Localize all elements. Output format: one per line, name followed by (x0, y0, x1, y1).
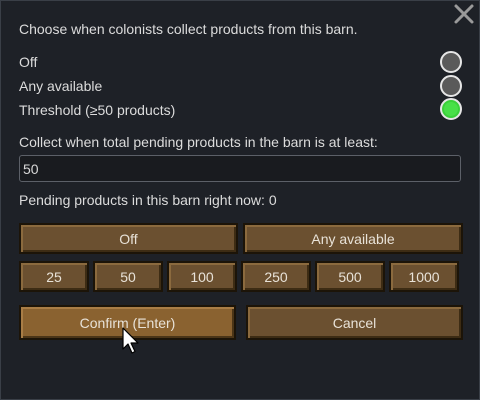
option-threshold-label[interactable]: Threshold (≥50 products) (19, 102, 175, 118)
preset-500-button[interactable]: 500 (315, 261, 385, 292)
collect-products-dialog: Choose when colonists collect products f… (0, 0, 480, 400)
option-any-available-label[interactable]: Any available (19, 78, 102, 94)
dialog-title: Choose when colonists collect products f… (19, 21, 358, 37)
cancel-button[interactable]: Cancel (246, 305, 463, 340)
preset-250-button[interactable]: 250 (241, 261, 311, 292)
mouse-cursor-icon (122, 327, 139, 354)
preset-25-button[interactable]: 25 (19, 261, 89, 292)
close-icon[interactable] (453, 3, 475, 25)
option-off-radio[interactable] (440, 51, 462, 73)
preset-100-button[interactable]: 100 (167, 261, 237, 292)
threshold-field-label: Collect when total pending products in t… (19, 134, 378, 150)
threshold-input[interactable] (19, 155, 461, 182)
option-threshold-radio[interactable] (440, 98, 462, 120)
pending-products-text: Pending products in this barn right now:… (19, 192, 277, 208)
option-any-available-radio[interactable] (440, 75, 462, 97)
mode-any-available-button[interactable]: Any available (243, 223, 463, 254)
mode-off-button[interactable]: Off (19, 223, 238, 254)
option-off-label[interactable]: Off (19, 54, 37, 70)
preset-50-button[interactable]: 50 (93, 261, 163, 292)
preset-1000-button[interactable]: 1000 (389, 261, 459, 292)
